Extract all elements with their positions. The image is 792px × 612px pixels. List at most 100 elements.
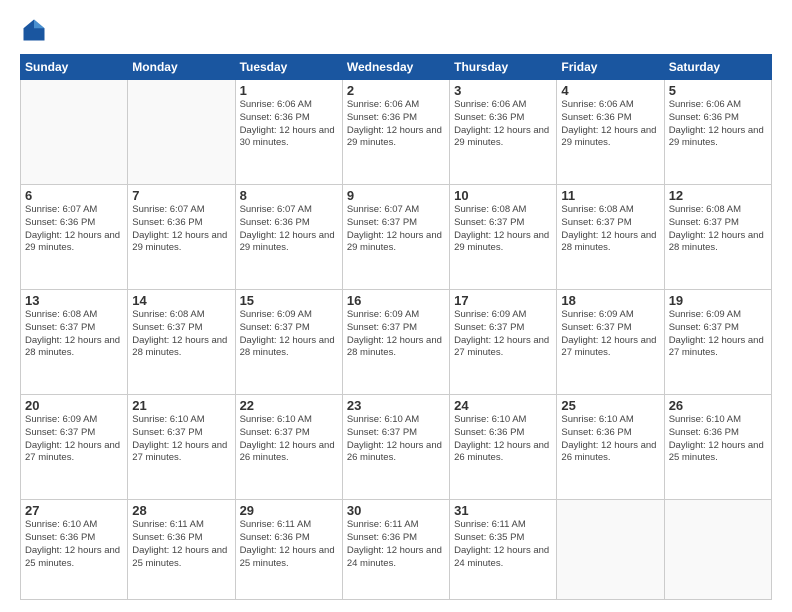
day-info: Sunrise: 6:06 AM Sunset: 6:36 PM Dayligh… [454,99,552,150]
calendar-week-row: 13Sunrise: 6:08 AM Sunset: 6:37 PM Dayli… [21,290,772,395]
calendar-cell: 24Sunrise: 6:10 AM Sunset: 6:36 PM Dayli… [450,395,557,500]
calendar-header-row: SundayMondayTuesdayWednesdayThursdayFrid… [21,55,772,80]
day-number: 18 [561,293,659,308]
day-info: Sunrise: 6:07 AM Sunset: 6:36 PM Dayligh… [25,204,123,255]
logo [20,16,52,44]
calendar-cell: 13Sunrise: 6:08 AM Sunset: 6:37 PM Dayli… [21,290,128,395]
calendar-cell: 14Sunrise: 6:08 AM Sunset: 6:37 PM Dayli… [128,290,235,395]
day-number: 22 [240,398,338,413]
day-number: 7 [132,188,230,203]
day-number: 14 [132,293,230,308]
day-info: Sunrise: 6:11 AM Sunset: 6:36 PM Dayligh… [240,519,338,570]
calendar-cell: 31Sunrise: 6:11 AM Sunset: 6:35 PM Dayli… [450,500,557,600]
day-number: 26 [669,398,767,413]
day-info: Sunrise: 6:10 AM Sunset: 6:36 PM Dayligh… [454,414,552,465]
day-info: Sunrise: 6:07 AM Sunset: 6:37 PM Dayligh… [347,204,445,255]
calendar-cell: 7Sunrise: 6:07 AM Sunset: 6:36 PM Daylig… [128,185,235,290]
page: SundayMondayTuesdayWednesdayThursdayFrid… [0,0,792,612]
day-number: 24 [454,398,552,413]
calendar-cell: 15Sunrise: 6:09 AM Sunset: 6:37 PM Dayli… [235,290,342,395]
calendar-cell: 18Sunrise: 6:09 AM Sunset: 6:37 PM Dayli… [557,290,664,395]
day-number: 30 [347,503,445,518]
day-number: 13 [25,293,123,308]
calendar-cell: 28Sunrise: 6:11 AM Sunset: 6:36 PM Dayli… [128,500,235,600]
calendar-table: SundayMondayTuesdayWednesdayThursdayFrid… [20,54,772,600]
day-number: 17 [454,293,552,308]
day-number: 29 [240,503,338,518]
day-number: 15 [240,293,338,308]
day-number: 9 [347,188,445,203]
day-info: Sunrise: 6:06 AM Sunset: 6:36 PM Dayligh… [347,99,445,150]
calendar-cell: 1Sunrise: 6:06 AM Sunset: 6:36 PM Daylig… [235,80,342,185]
calendar-day-header: Saturday [664,55,771,80]
day-info: Sunrise: 6:06 AM Sunset: 6:36 PM Dayligh… [240,99,338,150]
day-info: Sunrise: 6:07 AM Sunset: 6:36 PM Dayligh… [132,204,230,255]
day-number: 2 [347,83,445,98]
day-info: Sunrise: 6:08 AM Sunset: 6:37 PM Dayligh… [132,309,230,360]
calendar-cell: 23Sunrise: 6:10 AM Sunset: 6:37 PM Dayli… [342,395,449,500]
day-info: Sunrise: 6:06 AM Sunset: 6:36 PM Dayligh… [669,99,767,150]
day-info: Sunrise: 6:08 AM Sunset: 6:37 PM Dayligh… [561,204,659,255]
calendar-week-row: 27Sunrise: 6:10 AM Sunset: 6:36 PM Dayli… [21,500,772,600]
logo-icon [20,16,48,44]
day-info: Sunrise: 6:10 AM Sunset: 6:37 PM Dayligh… [240,414,338,465]
calendar-cell: 5Sunrise: 6:06 AM Sunset: 6:36 PM Daylig… [664,80,771,185]
day-info: Sunrise: 6:06 AM Sunset: 6:36 PM Dayligh… [561,99,659,150]
day-info: Sunrise: 6:09 AM Sunset: 6:37 PM Dayligh… [240,309,338,360]
calendar-day-header: Friday [557,55,664,80]
day-number: 31 [454,503,552,518]
day-info: Sunrise: 6:08 AM Sunset: 6:37 PM Dayligh… [454,204,552,255]
calendar-cell: 12Sunrise: 6:08 AM Sunset: 6:37 PM Dayli… [664,185,771,290]
day-info: Sunrise: 6:10 AM Sunset: 6:37 PM Dayligh… [132,414,230,465]
day-number: 8 [240,188,338,203]
calendar-day-header: Tuesday [235,55,342,80]
day-number: 5 [669,83,767,98]
day-number: 20 [25,398,123,413]
calendar-cell [21,80,128,185]
day-info: Sunrise: 6:10 AM Sunset: 6:37 PM Dayligh… [347,414,445,465]
day-number: 21 [132,398,230,413]
day-number: 23 [347,398,445,413]
calendar-cell: 4Sunrise: 6:06 AM Sunset: 6:36 PM Daylig… [557,80,664,185]
calendar-cell: 6Sunrise: 6:07 AM Sunset: 6:36 PM Daylig… [21,185,128,290]
calendar-week-row: 20Sunrise: 6:09 AM Sunset: 6:37 PM Dayli… [21,395,772,500]
day-number: 28 [132,503,230,518]
day-info: Sunrise: 6:10 AM Sunset: 6:36 PM Dayligh… [25,519,123,570]
day-number: 12 [669,188,767,203]
calendar-cell: 25Sunrise: 6:10 AM Sunset: 6:36 PM Dayli… [557,395,664,500]
day-info: Sunrise: 6:10 AM Sunset: 6:36 PM Dayligh… [669,414,767,465]
day-info: Sunrise: 6:08 AM Sunset: 6:37 PM Dayligh… [669,204,767,255]
calendar-cell: 30Sunrise: 6:11 AM Sunset: 6:36 PM Dayli… [342,500,449,600]
calendar-cell: 27Sunrise: 6:10 AM Sunset: 6:36 PM Dayli… [21,500,128,600]
day-number: 11 [561,188,659,203]
calendar-cell: 2Sunrise: 6:06 AM Sunset: 6:36 PM Daylig… [342,80,449,185]
calendar-cell: 19Sunrise: 6:09 AM Sunset: 6:37 PM Dayli… [664,290,771,395]
calendar-cell: 21Sunrise: 6:10 AM Sunset: 6:37 PM Dayli… [128,395,235,500]
day-info: Sunrise: 6:07 AM Sunset: 6:36 PM Dayligh… [240,204,338,255]
day-number: 25 [561,398,659,413]
calendar-cell: 3Sunrise: 6:06 AM Sunset: 6:36 PM Daylig… [450,80,557,185]
calendar-day-header: Thursday [450,55,557,80]
calendar-day-header: Wednesday [342,55,449,80]
calendar-day-header: Monday [128,55,235,80]
day-info: Sunrise: 6:09 AM Sunset: 6:37 PM Dayligh… [25,414,123,465]
calendar-cell: 22Sunrise: 6:10 AM Sunset: 6:37 PM Dayli… [235,395,342,500]
calendar-cell [664,500,771,600]
day-info: Sunrise: 6:09 AM Sunset: 6:37 PM Dayligh… [561,309,659,360]
day-info: Sunrise: 6:11 AM Sunset: 6:35 PM Dayligh… [454,519,552,570]
header [20,16,772,44]
day-info: Sunrise: 6:09 AM Sunset: 6:37 PM Dayligh… [347,309,445,360]
calendar-day-header: Sunday [21,55,128,80]
day-info: Sunrise: 6:10 AM Sunset: 6:36 PM Dayligh… [561,414,659,465]
day-number: 27 [25,503,123,518]
day-info: Sunrise: 6:09 AM Sunset: 6:37 PM Dayligh… [669,309,767,360]
day-info: Sunrise: 6:08 AM Sunset: 6:37 PM Dayligh… [25,309,123,360]
day-number: 6 [25,188,123,203]
day-number: 10 [454,188,552,203]
day-info: Sunrise: 6:11 AM Sunset: 6:36 PM Dayligh… [132,519,230,570]
calendar-cell: 11Sunrise: 6:08 AM Sunset: 6:37 PM Dayli… [557,185,664,290]
calendar-cell: 26Sunrise: 6:10 AM Sunset: 6:36 PM Dayli… [664,395,771,500]
calendar-cell: 8Sunrise: 6:07 AM Sunset: 6:36 PM Daylig… [235,185,342,290]
calendar-cell: 16Sunrise: 6:09 AM Sunset: 6:37 PM Dayli… [342,290,449,395]
day-number: 1 [240,83,338,98]
